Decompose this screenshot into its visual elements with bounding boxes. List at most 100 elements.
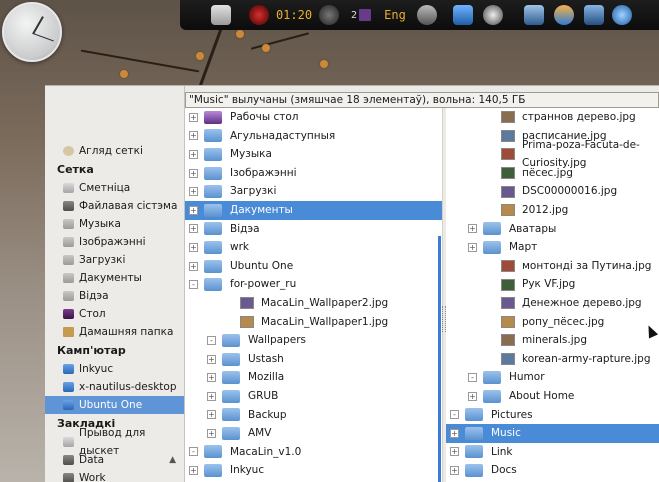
sidebar-item-videos[interactable]: Відэа bbox=[45, 287, 184, 305]
collapse-icon[interactable]: - bbox=[207, 335, 216, 345]
collapse-icon[interactable]: - bbox=[450, 410, 459, 420]
folder-row[interactable]: + AMV bbox=[185, 424, 442, 443]
file-row[interactable]: MacaLin_Wallpaper2.jpg bbox=[185, 294, 442, 313]
folder-row[interactable]: + Mozilla bbox=[185, 368, 442, 387]
sidebar-item-floppy[interactable]: Прывод для дыскет bbox=[45, 427, 184, 457]
screenshot-icon[interactable] bbox=[522, 4, 546, 26]
folder-row[interactable]: - Wallpapers bbox=[185, 331, 442, 350]
sidebar-item-bookmark-inkyuc[interactable]: Inkyuc bbox=[45, 360, 184, 378]
file-row[interactable]: Рук VF.jpg bbox=[446, 275, 659, 294]
tree-column-right[interactable]: страннов дерево.jpg расписание.jpg Prima-p… bbox=[446, 108, 659, 482]
expand-icon[interactable]: + bbox=[207, 410, 216, 420]
expand-icon[interactable]: + bbox=[189, 224, 198, 234]
expand-icon[interactable]: + bbox=[450, 447, 459, 457]
expand-icon[interactable]: + bbox=[468, 224, 477, 234]
sidebar-item-downloads[interactable]: Загрузкі bbox=[45, 251, 184, 269]
expand-icon[interactable]: + bbox=[450, 428, 459, 438]
folder-row[interactable]: + Music bbox=[446, 424, 659, 443]
sidebar-item-network-browse[interactable]: Агляд сеткі bbox=[45, 142, 184, 160]
file-row[interactable]: minerals.jpg bbox=[446, 331, 659, 350]
sidebar-item-documents[interactable]: Дакументы bbox=[45, 269, 184, 287]
sidebar-item-music[interactable]: Музыка bbox=[45, 215, 184, 233]
folder-row[interactable]: + Docs bbox=[446, 461, 659, 480]
folder-row[interactable]: + Ustash bbox=[185, 350, 442, 369]
eject-icon[interactable]: ▲ bbox=[169, 451, 176, 469]
folder-row[interactable]: + Загрузкі bbox=[185, 182, 442, 201]
expand-icon[interactable]: + bbox=[207, 354, 216, 364]
file-row[interactable]: DSC00000016.jpg bbox=[446, 182, 659, 201]
globe-icon[interactable] bbox=[610, 4, 634, 26]
collapse-icon[interactable]: - bbox=[189, 280, 198, 290]
collapse-icon[interactable]: - bbox=[189, 447, 198, 457]
folder-row[interactable]: - Pictures bbox=[446, 406, 659, 425]
sidebar-item-home[interactable]: Дамашняя папка bbox=[45, 323, 184, 341]
expand-icon[interactable]: + bbox=[207, 373, 216, 383]
sidebar-item-work-drive[interactable]: Work bbox=[45, 469, 184, 482]
file-row[interactable]: ропу_пёсес.jpg bbox=[446, 313, 659, 332]
sidebar-item-bookmark-nautilus-desktop[interactable]: x-nautilus-desktop bbox=[45, 378, 184, 396]
expand-icon[interactable]: + bbox=[189, 187, 198, 197]
browser-icon[interactable] bbox=[552, 4, 576, 26]
row-label: for-power_ru bbox=[230, 278, 297, 291]
expand-icon[interactable]: + bbox=[207, 391, 216, 401]
keyboard-layout-indicator[interactable]: Eng bbox=[380, 4, 410, 26]
network-icon[interactable] bbox=[452, 4, 474, 26]
expand-icon[interactable]: + bbox=[189, 466, 198, 476]
file-row[interactable]: страннов дерево.jpg bbox=[446, 108, 659, 127]
file-row[interactable]: 2012.jpg bbox=[446, 201, 659, 220]
folder-row[interactable]: + Агульнадаступныя bbox=[185, 127, 442, 146]
expand-icon[interactable]: + bbox=[207, 428, 216, 438]
image-viewer-icon[interactable] bbox=[582, 4, 606, 26]
sidebar-item-label: Data bbox=[79, 454, 105, 466]
folder-row[interactable]: + Музыка bbox=[185, 145, 442, 164]
expand-icon[interactable]: + bbox=[450, 466, 459, 476]
file-row[interactable]: korean-army-rapture.jpg bbox=[446, 350, 659, 369]
folder-row[interactable]: + Відэа bbox=[185, 220, 442, 239]
expand-icon[interactable]: + bbox=[189, 131, 198, 141]
expand-icon[interactable]: + bbox=[189, 261, 198, 271]
folder-icon bbox=[465, 464, 483, 478]
folder-row[interactable]: - for-power_ru bbox=[185, 275, 442, 294]
sidebar-item-filesystem[interactable]: Файлавая сістэма bbox=[45, 197, 184, 215]
expand-icon[interactable]: + bbox=[189, 112, 198, 122]
sidebar-item-label: Стол bbox=[79, 308, 106, 320]
folder-row[interactable]: + About Home bbox=[446, 387, 659, 406]
folder-row[interactable]: + Ubuntu One bbox=[185, 257, 442, 276]
sidebar-item-bookmark-ubuntu-one[interactable]: Ubuntu One bbox=[45, 396, 184, 414]
file-row[interactable]: пёсес.jpg bbox=[446, 164, 659, 183]
expand-icon[interactable]: + bbox=[189, 205, 198, 215]
workspace-switcher-icon[interactable] bbox=[358, 4, 372, 26]
folder-row[interactable]: + Ізображэнні bbox=[185, 164, 442, 183]
expand-icon[interactable]: + bbox=[189, 242, 198, 252]
file-row[interactable]: монтонді за Путина.jpg bbox=[446, 257, 659, 276]
folder-row[interactable]: + Дакументы bbox=[185, 200, 442, 220]
folder-row[interactable]: + Аватары bbox=[446, 220, 659, 239]
file-row[interactable]: Prima-poza-Facuta-de-Curiosity.jpg bbox=[446, 139, 659, 169]
folder-row[interactable]: + wrk bbox=[185, 238, 442, 257]
expand-icon[interactable]: + bbox=[468, 391, 477, 401]
folder-row[interactable]: + Link bbox=[446, 443, 659, 462]
tree-column-left[interactable]: + Рабочы стол + Агульнадаступныя + Музыка + Ізо… bbox=[185, 108, 443, 482]
expand-icon[interactable]: + bbox=[189, 149, 198, 159]
folder-row[interactable]: - Humor bbox=[446, 368, 659, 387]
webcam-icon[interactable] bbox=[318, 4, 340, 26]
sidebar-item-desktop[interactable]: Стол bbox=[45, 305, 184, 323]
timer-icon[interactable] bbox=[248, 4, 270, 26]
expand-icon[interactable]: + bbox=[189, 168, 198, 178]
sidebar-item-pictures[interactable]: Ізображэнні bbox=[45, 233, 184, 251]
file-row[interactable]: Денежное дерево.jpg bbox=[446, 294, 659, 313]
volume-icon[interactable] bbox=[416, 4, 438, 26]
power-icon[interactable] bbox=[482, 4, 504, 26]
folder-row[interactable]: + Backup bbox=[185, 406, 442, 425]
weather-icon[interactable] bbox=[210, 4, 232, 26]
folder-row[interactable]: + Март bbox=[446, 238, 659, 257]
scrollbar-left[interactable] bbox=[438, 236, 441, 482]
collapse-icon[interactable]: - bbox=[468, 373, 477, 383]
folder-row[interactable]: + Inkyuc bbox=[185, 461, 442, 480]
file-row[interactable]: MacaLin_Wallpaper1.jpg bbox=[185, 313, 442, 332]
folder-row[interactable]: + GRUB bbox=[185, 387, 442, 406]
expand-icon[interactable]: + bbox=[468, 242, 477, 252]
sidebar-item-trash[interactable]: Сметніца bbox=[45, 179, 184, 197]
file-row[interactable]: + Рабочы стол bbox=[185, 108, 442, 127]
folder-row[interactable]: - MacaLin_v1.0 bbox=[185, 443, 442, 462]
